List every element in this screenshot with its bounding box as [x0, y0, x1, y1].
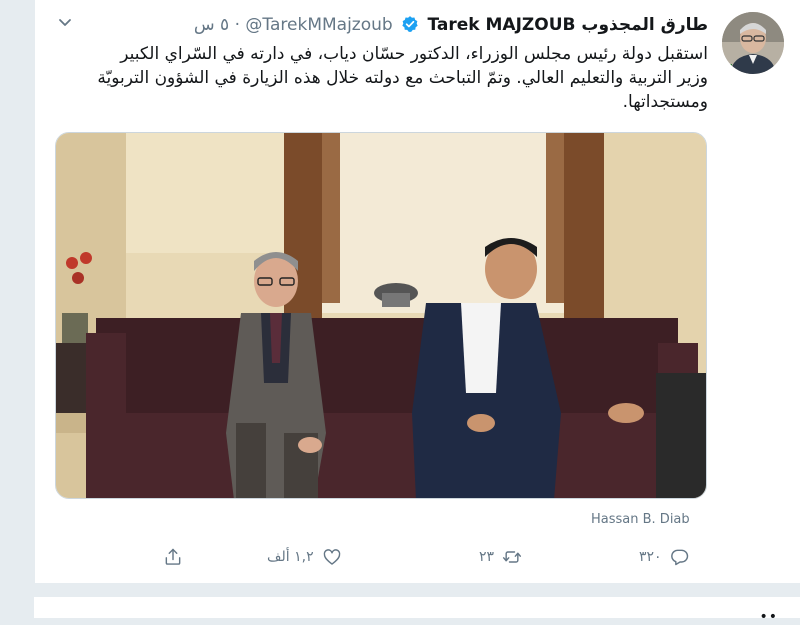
action-bar: ٣٢٠ ٢٣ ١,٢ ألف [35, 543, 800, 571]
like-button[interactable]: ١,٢ ألف [267, 543, 342, 571]
avatar[interactable] [722, 12, 784, 74]
share-button[interactable] [163, 543, 183, 571]
media-tag[interactable]: Hassan B. Diab [591, 512, 690, 527]
tweet-photo[interactable] [55, 132, 707, 499]
timeline-divider [34, 583, 800, 597]
retweet-count: ٢٣ [479, 549, 495, 565]
next-tweet-card[interactable]: •• [34, 597, 800, 625]
user-handle[interactable]: @TarekMMajzoub [245, 15, 392, 35]
share-icon [165, 548, 181, 565]
retweet-button[interactable]: ٢٣ [479, 543, 522, 571]
photo-image [56, 133, 706, 498]
chevron-down-icon[interactable] [57, 14, 73, 30]
retweet-icon [503, 551, 522, 563]
tweet-card[interactable]: طارق المجذوب Tarek MAJZOUB @TarekMMajzou… [34, 0, 800, 583]
tweet-text: استقبل دولة رئيس مجلس الوزراء، الدكتور ح… [97, 44, 708, 112]
reply-icon [670, 549, 688, 566]
next-tweet-fragment: •• [759, 609, 778, 625]
reply-count: ٣٢٠ [639, 549, 662, 565]
tweet-header: طارق المجذوب Tarek MAJZOUB @TarekMMajzou… [194, 14, 708, 36]
verified-badge-icon [402, 16, 418, 32]
separator-dot: · [234, 15, 240, 35]
avatar-image [722, 12, 784, 74]
display-name[interactable]: طارق المجذوب Tarek MAJZOUB [428, 15, 709, 35]
like-icon [323, 549, 340, 565]
reply-button[interactable]: ٣٢٠ [639, 543, 690, 571]
like-count: ١,٢ ألف [267, 549, 314, 565]
timestamp[interactable]: ٥ س [194, 15, 229, 35]
